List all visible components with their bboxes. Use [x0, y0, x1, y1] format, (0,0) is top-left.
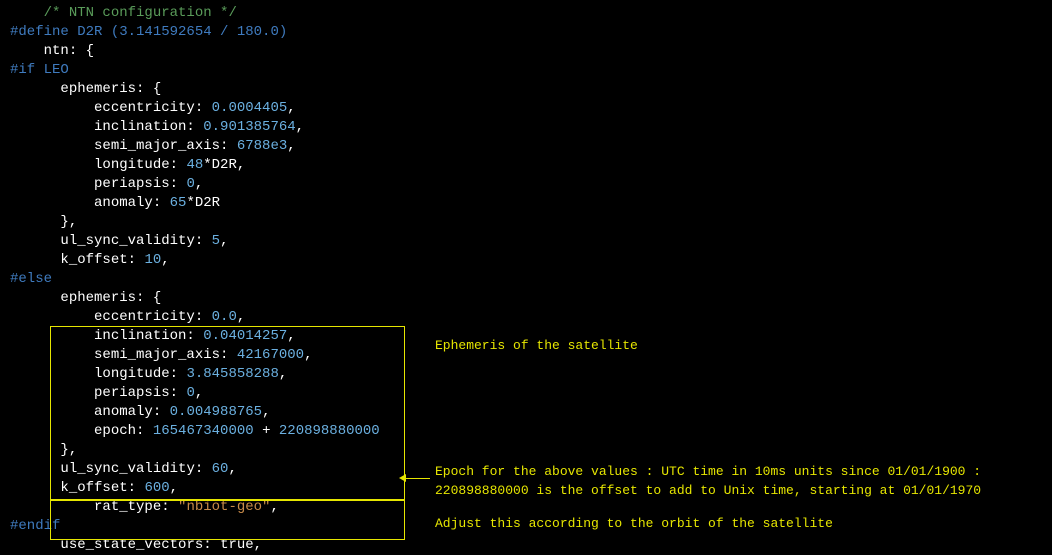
- preproc-else: #else: [10, 271, 52, 287]
- value: 48: [186, 157, 203, 173]
- value: 60: [212, 461, 229, 477]
- key: use_state_vectors:: [60, 537, 211, 553]
- key-ephemeris: ephemeris: {: [60, 290, 161, 306]
- code-line: use_state_vectors: true,: [0, 536, 1052, 555]
- key: periapsis:: [94, 176, 178, 192]
- arrow-line-icon: [406, 478, 430, 479]
- punct: ,: [262, 404, 270, 420]
- punct: ,: [296, 119, 304, 135]
- punct: ,: [287, 100, 295, 116]
- punct: ,: [237, 157, 245, 173]
- code-line: longitude: 3.845858288,: [0, 365, 1052, 384]
- punct: ,: [287, 328, 295, 344]
- key: longitude:: [94, 366, 178, 382]
- preproc-define: #define D2R (3.141592654 / 180.0): [10, 24, 287, 40]
- code-line: epoch: 165467340000 + 220898880000: [0, 422, 1052, 441]
- value: 0.004988765: [170, 404, 262, 420]
- value: 10: [144, 252, 161, 268]
- code-line: ephemeris: {: [0, 289, 1052, 308]
- code-line: #define D2R (3.141592654 / 180.0): [0, 23, 1052, 42]
- punct: ,: [237, 309, 245, 325]
- key: anomaly:: [94, 404, 161, 420]
- comment: /* NTN configuration */: [44, 5, 237, 21]
- punct: ,: [287, 138, 295, 154]
- punct: ,: [161, 252, 169, 268]
- code-line: longitude: 48*D2R,: [0, 156, 1052, 175]
- string-value: "nbiot-geo": [178, 499, 270, 515]
- value: 0.0004405: [212, 100, 288, 116]
- annotation-epoch-line1: Epoch for the above values : UTC time in…: [435, 462, 981, 481]
- op: *D2R: [186, 195, 220, 211]
- key: rat_type:: [94, 499, 170, 515]
- key: inclination:: [94, 328, 195, 344]
- key: ul_sync_validity:: [60, 233, 203, 249]
- key: epoch:: [94, 423, 144, 439]
- value: 0.0: [212, 309, 237, 325]
- code-line: semi_major_axis: 6788e3,: [0, 137, 1052, 156]
- punct: ,: [220, 233, 228, 249]
- brace: },: [60, 214, 77, 230]
- code-line: anomaly: 65*D2R: [0, 194, 1052, 213]
- code-line: },: [0, 441, 1052, 460]
- key: semi_major_axis:: [94, 347, 228, 363]
- punct: ,: [195, 176, 203, 192]
- code-line: periapsis: 0,: [0, 384, 1052, 403]
- punct: ,: [228, 461, 236, 477]
- punct: ,: [195, 385, 203, 401]
- value: 600: [144, 480, 169, 496]
- value: 3.845858288: [186, 366, 278, 382]
- annotation-epoch-line2: 220898880000 is the offset to add to Uni…: [435, 481, 981, 500]
- value: 0: [186, 176, 194, 192]
- punct: ,: [304, 347, 312, 363]
- value: 42167000: [237, 347, 304, 363]
- key: ul_sync_validity:: [60, 461, 203, 477]
- op: +: [254, 423, 279, 439]
- code-line: periapsis: 0,: [0, 175, 1052, 194]
- code-line: #else: [0, 270, 1052, 289]
- key: semi_major_axis:: [94, 138, 228, 154]
- key: anomaly:: [94, 195, 161, 211]
- punct: ,: [270, 499, 278, 515]
- value: 0.901385764: [203, 119, 295, 135]
- key: k_offset:: [60, 252, 136, 268]
- bool-value: true: [220, 537, 254, 553]
- value: 5: [212, 233, 220, 249]
- code-line: #if LEO: [0, 61, 1052, 80]
- code-line: inclination: 0.901385764,: [0, 118, 1052, 137]
- punct: ,: [170, 480, 178, 496]
- code-line: ul_sync_validity: 5,: [0, 232, 1052, 251]
- op: *D2R: [203, 157, 237, 173]
- punct: ,: [279, 366, 287, 382]
- code-line: },: [0, 213, 1052, 232]
- arrow-head-icon: [399, 474, 406, 482]
- code-line: ntn: {: [0, 42, 1052, 61]
- value: 65: [170, 195, 187, 211]
- value: 6788e3: [237, 138, 287, 154]
- code-line: k_offset: 10,: [0, 251, 1052, 270]
- key-ephemeris: ephemeris: {: [60, 81, 161, 97]
- preproc-if: #if LEO: [10, 62, 69, 78]
- value: 165467340000: [153, 423, 254, 439]
- code-line: eccentricity: 0.0004405,: [0, 99, 1052, 118]
- code-line: eccentricity: 0.0,: [0, 308, 1052, 327]
- code-line: anomaly: 0.004988765,: [0, 403, 1052, 422]
- value: 0: [186, 385, 194, 401]
- key: k_offset:: [60, 480, 136, 496]
- key: periapsis:: [94, 385, 178, 401]
- key-ntn: ntn: {: [44, 43, 94, 59]
- code-line: /* NTN configuration */: [0, 4, 1052, 23]
- annotation-adjust: Adjust this according to the orbit of th…: [435, 514, 833, 533]
- annotation-ephemeris: Ephemeris of the satellite: [435, 336, 638, 355]
- value: 0.04014257: [203, 328, 287, 344]
- preproc-endif: #endif: [10, 518, 60, 534]
- brace: },: [60, 442, 77, 458]
- value: 220898880000: [279, 423, 380, 439]
- punct: ,: [254, 537, 262, 553]
- key: inclination:: [94, 119, 195, 135]
- key: eccentricity:: [94, 100, 203, 116]
- key: longitude:: [94, 157, 178, 173]
- key: eccentricity:: [94, 309, 203, 325]
- code-line: ephemeris: {: [0, 80, 1052, 99]
